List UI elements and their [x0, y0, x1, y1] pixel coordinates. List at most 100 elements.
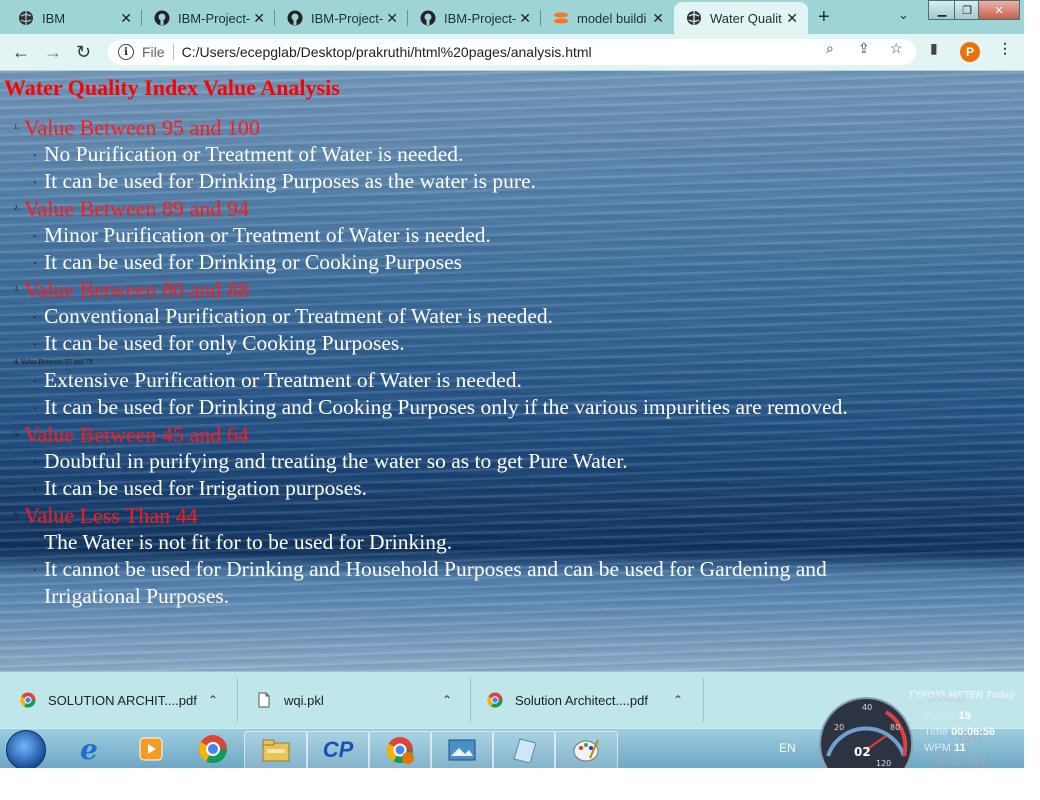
- side-panel-icon[interactable]: ▮: [930, 40, 938, 57]
- svg-text:20: 20: [834, 723, 844, 732]
- file-icon: [256, 692, 272, 708]
- clock-time: 18:41: [958, 734, 984, 745]
- app-icon[interactable]: CP: [306, 731, 370, 768]
- reload-icon[interactable]: ↻: [76, 42, 91, 63]
- divider: [237, 678, 238, 722]
- tab-jupyter[interactable]: model buildi ✕: [541, 4, 674, 32]
- paint-icon[interactable]: [554, 731, 618, 768]
- svg-text:120: 120: [876, 759, 891, 768]
- tab-label: model buildi: [577, 10, 647, 26]
- words-value: 15: [958, 710, 971, 722]
- star-icon[interactable]: ☆: [890, 40, 903, 57]
- ie-icon[interactable]: e: [58, 731, 120, 767]
- download-filename: SOLUTION ARCHIT....pdf: [48, 692, 197, 708]
- range-heading: Value Between 80 and 88: [24, 277, 249, 302]
- range-notes: Extensive Purification or Treatment of W…: [14, 365, 924, 421]
- new-tab-button[interactable]: +: [818, 6, 830, 29]
- page-content: Water Quality Index Value Analysis 1. Va…: [0, 71, 1024, 671]
- zoom-icon[interactable]: ⌕: [826, 40, 834, 57]
- close-icon[interactable]: ✕: [386, 10, 398, 27]
- start-button[interactable]: [6, 730, 46, 768]
- range-item: 2. Value Between 89 and 94 Minor Purific…: [14, 195, 924, 276]
- globe-icon: [686, 10, 702, 26]
- forward-arrow-icon[interactable]: →: [44, 42, 62, 63]
- chevron-down-icon[interactable]: ⌄: [898, 7, 909, 23]
- close-icon[interactable]: ✕: [253, 10, 265, 27]
- github-icon: [287, 10, 303, 26]
- chrome-icon: [487, 692, 503, 708]
- share-icon[interactable]: ⇪: [858, 40, 870, 57]
- typing-meter-widget[interactable]: 20 40 80 120 02 TYPING METER Today Words…: [816, 686, 1024, 768]
- info-icon[interactable]: i: [118, 44, 134, 60]
- close-icon[interactable]: ✕: [519, 10, 531, 27]
- note-item: Extensive Purification or Treatment of W…: [14, 365, 924, 394]
- download-item[interactable]: wqi.pkl ⌃: [256, 682, 456, 718]
- list-number: 5.: [14, 430, 20, 438]
- divider: [470, 678, 471, 722]
- chevron-up-icon[interactable]: ⌃: [673, 693, 683, 707]
- minimize-button[interactable]: ▁: [928, 0, 956, 20]
- range-notes: The Water is not fit for to be used for …: [14, 527, 924, 610]
- time-label: Time: [924, 726, 949, 738]
- note-item: The Water is not fit for to be used for …: [14, 527, 924, 556]
- range-heading: Value Between 95 and 100: [24, 115, 260, 140]
- url-scheme: File: [142, 44, 165, 60]
- note-item: Minor Purification or Treatment of Water…: [14, 220, 924, 249]
- tab-label: IBM: [42, 10, 66, 26]
- browser-toolbar: ← → ↻ i File C:/Users/ecepglab/Desktop/p…: [0, 34, 1024, 71]
- divider: [703, 678, 704, 722]
- chevron-up-icon[interactable]: ⌃: [442, 693, 452, 707]
- range-item: 1. Value Between 95 and 100 No Purificat…: [14, 114, 924, 195]
- note-item: Conventional Purification or Treatment o…: [14, 301, 924, 330]
- list-number: 2.: [14, 204, 20, 212]
- svg-text:40: 40: [862, 703, 872, 712]
- url-text[interactable]: C:/Users/ecepglab/Desktop/prakruthi/html…: [182, 44, 592, 60]
- close-icon[interactable]: ✕: [786, 10, 798, 27]
- menu-kebab-icon[interactable]: ⋮: [998, 40, 1012, 57]
- language-indicator[interactable]: EN: [779, 741, 796, 755]
- tab-label: IBM-Project-: [311, 10, 384, 26]
- close-icon[interactable]: ✕: [120, 10, 132, 27]
- maximize-button[interactable]: ❐: [954, 0, 980, 20]
- list-number: 3.: [14, 285, 20, 293]
- download-item[interactable]: Solution Architect....pdf ⌃: [487, 682, 697, 718]
- range-item: 3. Value Between 80 and 88 Conventional …: [14, 276, 924, 357]
- back-arrow-icon[interactable]: ←: [12, 42, 30, 63]
- words-label: Words: [924, 710, 956, 722]
- tab-github-2[interactable]: IBM-Project- ✕: [275, 4, 408, 32]
- tab-strip: IBM ✕ IBM-Project- ✕ IBM-Project- ✕ IBM-…: [0, 0, 1024, 34]
- github-icon: [154, 10, 170, 26]
- range-notes: Doubtful in purifying and treating the w…: [14, 446, 924, 502]
- show-all-link[interactable]: Show all: [928, 694, 966, 705]
- note-item: Doubtful in purifying and treating the w…: [14, 446, 924, 475]
- wpm-label: WPM: [924, 742, 951, 754]
- tab-github-3[interactable]: IBM-Project- ✕: [408, 4, 541, 32]
- close-window-button[interactable]: ✕: [978, 0, 1020, 20]
- range-heading: Value Between 89 and 94: [24, 196, 249, 221]
- chrome-icon[interactable]: [182, 731, 244, 767]
- media-player-icon[interactable]: [120, 731, 182, 767]
- note-item: It can be used for Drinking and Cooking …: [14, 392, 924, 421]
- profile-avatar[interactable]: P: [960, 42, 980, 62]
- tab-ibm[interactable]: IBM ✕: [6, 4, 142, 32]
- download-filename: wqi.pkl: [284, 692, 324, 708]
- notes-icon[interactable]: [492, 731, 556, 768]
- chevron-up-icon[interactable]: ⌃: [208, 693, 218, 707]
- close-icon[interactable]: ✕: [652, 10, 664, 27]
- tab-github-1[interactable]: IBM-Project- ✕: [142, 4, 275, 32]
- range-item: 5. Value Between 45 and 64 Doubtful in p…: [14, 421, 924, 502]
- chrome-profile-icon[interactable]: [368, 731, 432, 768]
- range-notes: No Purification or Treatment of Water is…: [14, 139, 924, 195]
- tab-water-quality[interactable]: Water Qualit ✕: [674, 2, 808, 34]
- address-bar[interactable]: i File C:/Users/ecepglab/Desktop/prakrut…: [108, 39, 916, 65]
- globe-icon: [18, 10, 34, 26]
- jupyter-icon: [553, 10, 569, 26]
- list-number: 1.: [14, 123, 20, 131]
- chrome-icon: [20, 692, 36, 708]
- words-row: Words 15: [924, 710, 971, 722]
- range-notes: Minor Purification or Treatment of Water…: [14, 220, 924, 276]
- photo-viewer-icon[interactable]: [430, 731, 494, 768]
- range-heading: Value Less Than 44: [24, 503, 198, 528]
- file-explorer-icon[interactable]: [244, 731, 308, 768]
- download-item[interactable]: SOLUTION ARCHIT....pdf ⌃: [20, 682, 235, 718]
